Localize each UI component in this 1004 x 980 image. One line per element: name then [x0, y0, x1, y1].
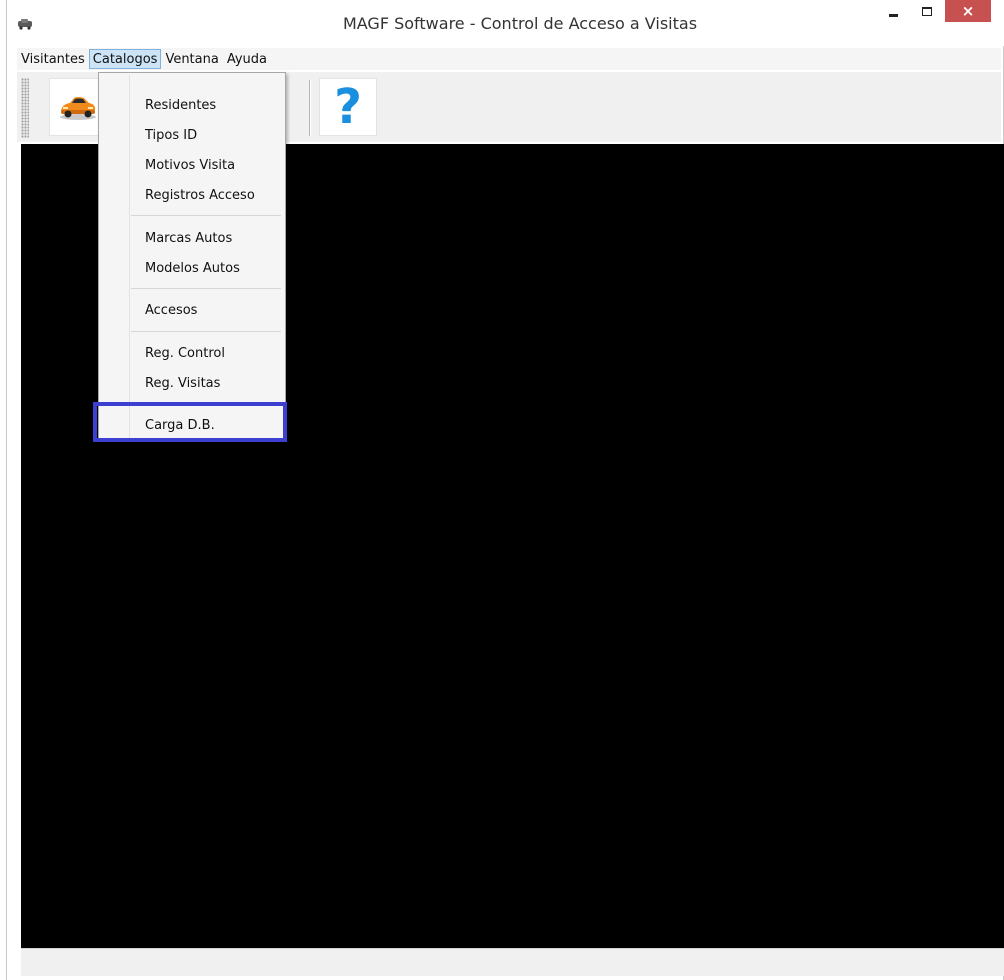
close-icon: × — [961, 2, 975, 20]
minimize-icon — [888, 14, 898, 17]
menu-item-accesos[interactable]: Accesos — [145, 303, 197, 318]
title-bar[interactable]: MAGF Software - Control de Acceso a Visi… — [7, 0, 1004, 46]
menu-ventana[interactable]: Ventana — [161, 49, 222, 69]
toolbar-grip[interactable] — [21, 78, 29, 138]
menu-item-motivos-visita[interactable]: Motivos Visita — [145, 158, 235, 173]
status-bar — [21, 948, 1004, 976]
menu-item-residentes[interactable]: Residentes — [145, 98, 216, 113]
help-icon: ? — [334, 79, 362, 135]
toolbar-separator — [309, 80, 311, 136]
car-icon — [60, 97, 96, 120]
catalogos-dropdown-menu: Residentes Tipos ID Motivos Visita Regis… — [98, 72, 286, 442]
menu-icon-gutter — [129, 75, 130, 439]
menu-item-registros-acceso[interactable]: Registros Acceso — [145, 188, 255, 203]
menu-item-reg-visitas[interactable]: Reg. Visitas — [145, 376, 220, 391]
help-toolbar-button[interactable]: ? — [319, 78, 377, 136]
window-title: MAGF Software - Control de Acceso a Visi… — [342, 14, 698, 33]
menu-ayuda[interactable]: Ayuda — [223, 49, 271, 69]
highlight-annotation-box — [93, 402, 287, 442]
menu-item-modelos-autos[interactable]: Modelos Autos — [145, 261, 240, 276]
menu-separator — [131, 215, 281, 216]
menu-item-tipos-id[interactable]: Tipos ID — [145, 128, 197, 143]
minimize-button[interactable] — [879, 0, 907, 22]
menu-bar: Visitantes Catalogos Ventana Ayuda — [17, 48, 1001, 70]
menu-visitantes[interactable]: Visitantes — [17, 49, 89, 69]
menu-catalogos[interactable]: Catalogos — [88, 49, 162, 69]
maximize-button[interactable] — [913, 0, 941, 22]
menu-item-reg-control[interactable]: Reg. Control — [145, 346, 225, 361]
menu-separator — [131, 288, 281, 289]
menu-item-marcas-autos[interactable]: Marcas Autos — [145, 231, 232, 246]
menu-separator — [131, 331, 281, 332]
maximize-icon — [922, 6, 932, 16]
close-button[interactable]: × — [945, 0, 991, 22]
